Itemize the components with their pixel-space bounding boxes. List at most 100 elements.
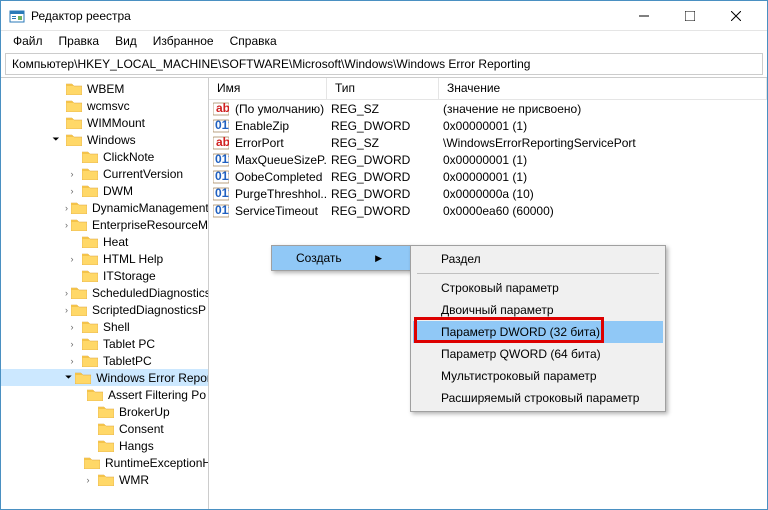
folder-icon bbox=[66, 133, 82, 146]
tree-pane[interactable]: WBEMwcmsvcWIMMount ⏷ WindowsClickNote›Curr… bbox=[1, 78, 209, 509]
titlebar: Редактор реестра bbox=[1, 1, 767, 31]
expand-icon[interactable]: › bbox=[65, 322, 79, 332]
svg-text:011: 011 bbox=[215, 170, 229, 183]
tree-label: ITStorage bbox=[101, 269, 158, 283]
value-type: REG_DWORD bbox=[327, 153, 439, 167]
value-row[interactable]: abErrorPortREG_SZ\WindowsErrorReportingS… bbox=[209, 134, 767, 151]
value-row[interactable]: ab(По умолчанию)REG_SZ(значение не присв… bbox=[209, 100, 767, 117]
ctx-item[interactable]: Мультистроковый параметр bbox=[413, 365, 663, 387]
value-data: 0x00000001 (1) bbox=[439, 153, 767, 167]
value-row[interactable]: 011MaxQueueSizeP...REG_DWORD0x00000001 (… bbox=[209, 151, 767, 168]
col-name[interactable]: Имя bbox=[209, 78, 327, 99]
ctx-create-label: Создать bbox=[296, 251, 342, 265]
folder-icon bbox=[98, 405, 114, 418]
tree-node[interactable]: ⏷ Windows bbox=[1, 131, 208, 148]
tree-label: Windows Error Reporting bbox=[94, 371, 209, 385]
col-type[interactable]: Тип bbox=[327, 78, 439, 99]
folder-icon bbox=[66, 99, 82, 112]
value-row[interactable]: 011EnableZipREG_DWORD0x00000001 (1) bbox=[209, 117, 767, 134]
tree-label: WBEM bbox=[85, 82, 126, 96]
tree-node[interactable]: Heat bbox=[1, 233, 208, 250]
address-text: Компьютер\HKEY_LOCAL_MACHINE\SOFTWARE\Mi… bbox=[12, 57, 530, 71]
minimize-button[interactable] bbox=[621, 1, 667, 31]
ctx-item[interactable]: Двоичный параметр bbox=[413, 299, 663, 321]
expand-icon[interactable]: › bbox=[65, 186, 79, 196]
expand-icon[interactable]: › bbox=[65, 288, 68, 298]
collapse-icon[interactable]: ⏷ bbox=[49, 134, 63, 145]
close-button[interactable] bbox=[713, 1, 759, 31]
tree-node[interactable]: RuntimeExceptionH bbox=[1, 454, 208, 471]
expand-icon[interactable]: › bbox=[65, 339, 79, 349]
string-icon: ab bbox=[213, 136, 229, 150]
string-icon: ab bbox=[213, 102, 229, 116]
value-name: ServiceTimeout bbox=[231, 204, 327, 218]
expand-icon[interactable]: › bbox=[65, 203, 68, 213]
tree-node[interactable]: ›CurrentVersion bbox=[1, 165, 208, 182]
dword-icon: 011 bbox=[213, 204, 229, 218]
tree-node[interactable]: › HTML Help bbox=[1, 250, 208, 267]
value-name: OobeCompleted bbox=[231, 170, 327, 184]
menu-view[interactable]: Вид bbox=[107, 32, 145, 50]
menu-edit[interactable]: Правка bbox=[51, 32, 108, 50]
tree-node[interactable]: WIMMount bbox=[1, 114, 208, 131]
tree-node[interactable]: Assert Filtering Po bbox=[1, 386, 208, 403]
value-row[interactable]: 011OobeCompletedREG_DWORD0x00000001 (1) bbox=[209, 168, 767, 185]
ctx-create[interactable]: Создать ▶ bbox=[272, 246, 410, 270]
tree-label: Hangs bbox=[117, 439, 156, 453]
expand-icon[interactable]: › bbox=[65, 220, 68, 230]
folder-icon bbox=[75, 371, 91, 384]
tree-node[interactable]: ›DynamicManagement bbox=[1, 199, 208, 216]
ctx-item[interactable]: Параметр DWORD (32 бита) bbox=[413, 321, 663, 343]
tree-node[interactable]: ITStorage bbox=[1, 267, 208, 284]
tree-node[interactable]: ›Tablet PC bbox=[1, 335, 208, 352]
tree-label: HTML Help bbox=[101, 252, 165, 266]
expand-icon[interactable]: › bbox=[65, 305, 68, 315]
collapse-icon[interactable]: ⏷ bbox=[65, 372, 72, 383]
value-data: 0x00000001 (1) bbox=[439, 119, 767, 133]
menu-favorites[interactable]: Избранное bbox=[145, 32, 222, 50]
ctx-item[interactable]: Раздел bbox=[413, 248, 663, 270]
folder-icon bbox=[82, 184, 98, 197]
tree-node[interactable]: ›WMR bbox=[1, 471, 208, 488]
expand-icon[interactable]: › bbox=[65, 356, 79, 366]
tree-node[interactable]: ›Shell bbox=[1, 318, 208, 335]
menu-help[interactable]: Справка bbox=[222, 32, 285, 50]
tree-node[interactable]: ›DWM bbox=[1, 182, 208, 199]
ctx-item[interactable]: Строковый параметр bbox=[413, 277, 663, 299]
value-row[interactable]: 011PurgeThreshhol...REG_DWORD0x0000000a … bbox=[209, 185, 767, 202]
expand-icon[interactable]: › bbox=[65, 169, 79, 179]
value-row[interactable]: 011ServiceTimeoutREG_DWORD0x0000ea60 (60… bbox=[209, 202, 767, 219]
tree-node[interactable]: WBEM bbox=[1, 80, 208, 97]
value-name: EnableZip bbox=[231, 119, 327, 133]
tree-node[interactable]: ›ScriptedDiagnosticsP bbox=[1, 301, 208, 318]
folder-icon bbox=[84, 456, 100, 469]
tree-node[interactable]: ›TabletPC bbox=[1, 352, 208, 369]
expand-icon[interactable]: › bbox=[65, 254, 79, 264]
tree-node[interactable]: ⏷ Windows Error Reporting bbox=[1, 369, 208, 386]
folder-icon bbox=[98, 422, 114, 435]
tree-label: Windows bbox=[85, 133, 138, 147]
value-name: (По умолчанию) bbox=[231, 102, 327, 116]
tree-node[interactable]: ClickNote bbox=[1, 148, 208, 165]
folder-icon bbox=[82, 167, 98, 180]
tree-label: Heat bbox=[101, 235, 130, 249]
tree-node[interactable]: ›EnterpriseResourceM bbox=[1, 216, 208, 233]
ctx-item[interactable]: Расширяемый строковый параметр bbox=[413, 387, 663, 409]
expand-icon[interactable]: › bbox=[81, 475, 95, 485]
value-data: 0x00000001 (1) bbox=[439, 170, 767, 184]
col-value[interactable]: Значение bbox=[439, 78, 767, 99]
folder-icon bbox=[98, 439, 114, 452]
value-name: PurgeThreshhol... bbox=[231, 187, 327, 201]
ctx-item[interactable]: Параметр QWORD (64 бита) bbox=[413, 343, 663, 365]
folder-icon bbox=[66, 116, 82, 129]
tree-node[interactable]: wcmsvc bbox=[1, 97, 208, 114]
value-data: 0x0000ea60 (60000) bbox=[439, 204, 767, 218]
tree-node[interactable]: Consent bbox=[1, 420, 208, 437]
menu-file[interactable]: Файл bbox=[5, 32, 51, 50]
dword-icon: 011 bbox=[213, 170, 229, 184]
tree-node[interactable]: ›ScheduledDiagnosticsP bbox=[1, 284, 208, 301]
tree-node[interactable]: Hangs bbox=[1, 437, 208, 454]
address-bar[interactable]: Компьютер\HKEY_LOCAL_MACHINE\SOFTWARE\Mi… bbox=[5, 53, 763, 75]
tree-node[interactable]: BrokerUp bbox=[1, 403, 208, 420]
maximize-button[interactable] bbox=[667, 1, 713, 31]
